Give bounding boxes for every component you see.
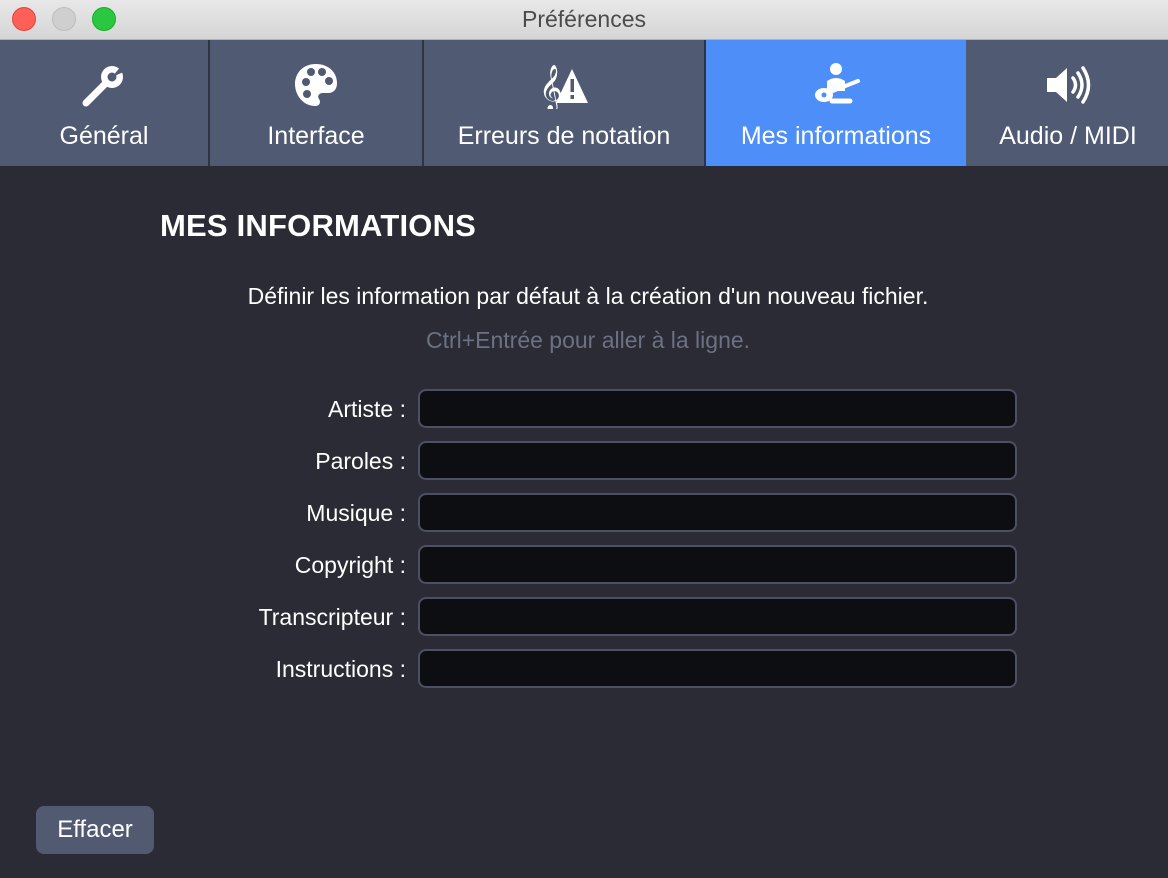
clef-warning-icon: 𝄞 [424, 60, 704, 110]
lyrics-label: Paroles : [315, 448, 406, 474]
tab-general[interactable]: Général [0, 40, 210, 166]
artist-field[interactable] [418, 389, 1017, 428]
music-field[interactable] [418, 493, 1017, 532]
newline-hint: Ctrl+Entrée pour aller à la ligne. [425, 327, 751, 353]
speaker-icon [968, 60, 1168, 110]
tab-label: Erreurs de notation [457, 122, 671, 150]
palette-icon [210, 60, 422, 110]
tab-label: Général [59, 122, 149, 150]
preferences-toolbar: Général Interface 𝄞 Erreurs de notation … [0, 40, 1168, 166]
tab-label: Interface [267, 122, 365, 150]
clear-button[interactable]: Effacer [36, 806, 154, 854]
section-description: Définir les information par défaut à la … [247, 283, 929, 309]
transcriber-field[interactable] [418, 597, 1017, 636]
preferences-window: Préférences Général Interface 𝄞 Erreurs … [0, 0, 1168, 878]
title-bar: Préférences [0, 0, 1168, 40]
tab-interface[interactable]: Interface [210, 40, 424, 166]
tab-erreurs-de-notation[interactable]: 𝄞 Erreurs de notation [424, 40, 706, 166]
instructions-field[interactable] [418, 649, 1017, 688]
artist-label: Artiste : [328, 396, 406, 422]
tab-label: Mes informations [740, 122, 932, 150]
copyright-field[interactable] [418, 545, 1017, 584]
wrench-icon [0, 60, 208, 110]
window-title: Préférences [521, 6, 646, 32]
instructions-label: Instructions : [275, 656, 406, 682]
lyrics-field[interactable] [418, 441, 1017, 480]
transcriber-label: Transcripteur : [258, 604, 406, 630]
section-heading: MES INFORMATIONS [160, 208, 477, 243]
tab-label: Audio / MIDI [999, 122, 1137, 150]
copyright-label: Copyright : [294, 552, 406, 578]
guitarist-icon [706, 60, 966, 110]
tab-mes-informations[interactable]: Mes informations [706, 40, 966, 166]
music-label: Musique : [306, 500, 406, 526]
tab-audio-midi[interactable]: Audio / MIDI [968, 40, 1168, 166]
